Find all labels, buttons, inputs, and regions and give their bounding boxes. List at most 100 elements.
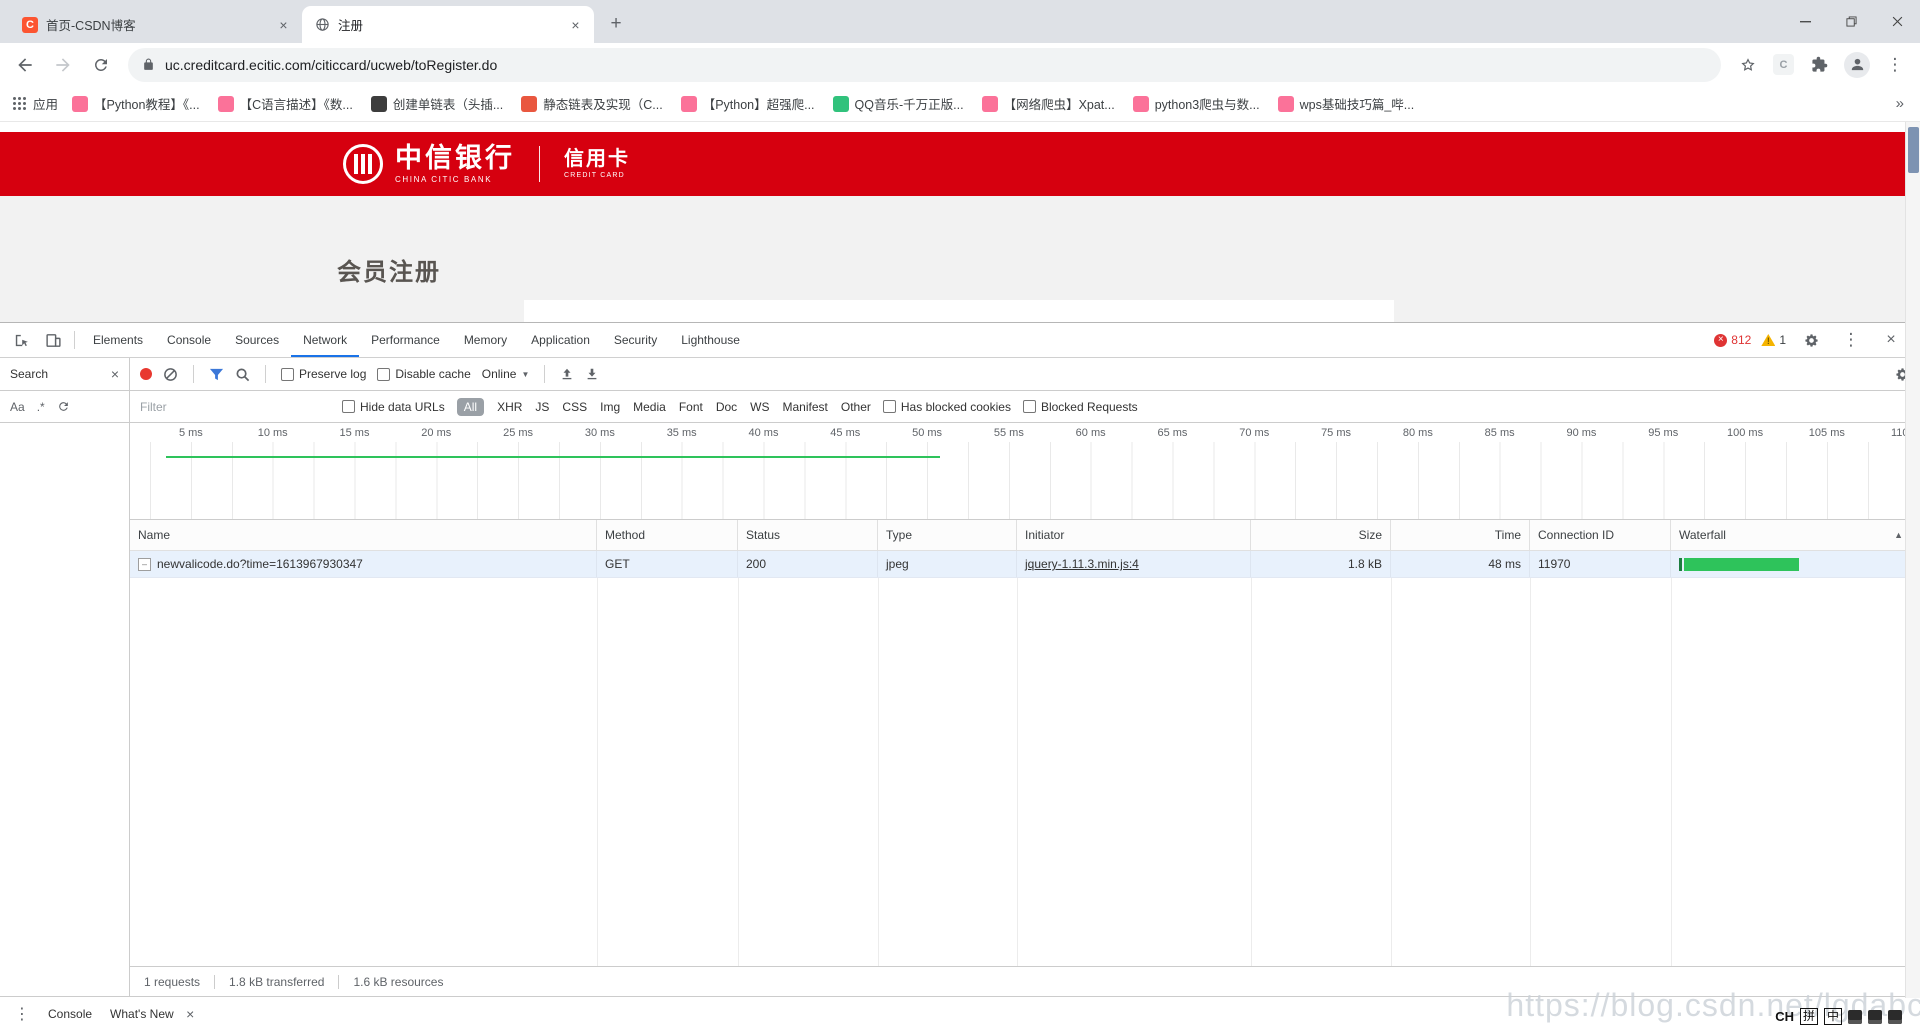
column-header-initiator[interactable]: Initiator xyxy=(1017,520,1251,550)
back-button[interactable] xyxy=(8,48,42,82)
drawer-menu-icon[interactable]: ⋮ xyxy=(14,1004,30,1024)
ime-bar[interactable]: CH 拼 中 xyxy=(1775,1008,1902,1025)
type-filter-chip[interactable]: JS xyxy=(535,400,549,414)
devtools-close-icon[interactable]: × xyxy=(1876,327,1906,353)
column-header-status[interactable]: Status xyxy=(738,520,878,550)
type-filter-chip[interactable]: Img xyxy=(600,400,620,414)
ime-lang[interactable]: CH xyxy=(1775,1009,1794,1024)
bookmark-item[interactable]: 【网络爬虫】Xpat... xyxy=(981,94,1115,113)
bookmark-item[interactable]: 创建单链表（头插... xyxy=(370,94,503,113)
error-count-badge[interactable]: × 812 xyxy=(1714,333,1751,347)
devtools-tab[interactable]: Security xyxy=(602,323,669,357)
initiator-link[interactable]: jquery-1.11.3.min.js:4 xyxy=(1025,557,1139,571)
drawer-tab-close-icon[interactable]: × xyxy=(182,1005,199,1022)
minimize-button[interactable] xyxy=(1782,0,1828,43)
bookmark-item[interactable]: QQ音乐-千万正版... xyxy=(832,94,964,113)
devtools-tab[interactable]: Memory xyxy=(452,323,519,357)
filter-toggle-icon[interactable] xyxy=(209,367,224,382)
export-har-icon[interactable] xyxy=(585,367,599,381)
browser-tab-register[interactable]: 注册 × xyxy=(302,6,594,43)
search-refresh-icon[interactable] xyxy=(57,400,70,413)
match-case-button[interactable]: Aa xyxy=(10,400,25,414)
extension-csdn-icon[interactable]: C xyxy=(1773,54,1794,75)
extensions-puzzle-icon[interactable] xyxy=(1802,48,1836,82)
new-tab-button[interactable]: + xyxy=(602,10,630,38)
has-blocked-cookies-checkbox[interactable]: Has blocked cookies xyxy=(882,400,1011,414)
profile-avatar[interactable] xyxy=(1844,51,1870,78)
bookmarks-overflow-icon[interactable]: » xyxy=(1896,95,1908,112)
scrollbar[interactable] xyxy=(1905,122,1920,998)
close-button[interactable] xyxy=(1874,0,1920,43)
devtools-tab[interactable]: Sources xyxy=(223,323,291,357)
search-toggle-icon[interactable] xyxy=(235,367,250,382)
type-filter-chip[interactable]: Font xyxy=(679,400,703,414)
bookmark-item[interactable]: wps基础技巧篇_哔... xyxy=(1277,94,1414,113)
type-filter-chip[interactable]: Doc xyxy=(716,400,737,414)
ime-pinyin-mode[interactable]: 拼 xyxy=(1799,1008,1818,1025)
bookmark-item[interactable]: 【C语言描述】《数... xyxy=(217,94,353,113)
ime-settings-icon[interactable] xyxy=(1888,1009,1902,1024)
regex-button[interactable]: .* xyxy=(37,400,45,414)
request-row[interactable]: newvalicode.do?time=1613967930347 GET 20… xyxy=(130,551,1920,578)
scrollbar-thumb[interactable] xyxy=(1908,127,1919,173)
column-header-type[interactable]: Type xyxy=(878,520,1017,550)
type-filter-chip[interactable]: Other xyxy=(841,400,871,414)
type-filter-chip[interactable]: XHR xyxy=(497,400,522,414)
citic-logo[interactable]: 中信银行 CHINA CITIC BANK 信用卡 CREDIT CARD xyxy=(343,144,630,184)
apps-shortcut[interactable]: 应用 xyxy=(12,94,58,113)
filter-input[interactable] xyxy=(140,399,330,414)
tab-close-icon[interactable]: × xyxy=(567,16,584,33)
ime-keyboard-icon[interactable] xyxy=(1868,1009,1882,1024)
devtools-tab[interactable]: Lighthouse xyxy=(669,323,752,357)
checkbox-box xyxy=(377,367,391,381)
devtools-tab[interactable]: Network xyxy=(291,323,359,357)
devtools-tab[interactable]: Elements xyxy=(81,323,155,357)
devtools-settings-icon[interactable] xyxy=(1796,327,1826,353)
column-header-size[interactable]: Size xyxy=(1251,520,1391,550)
preserve-log-checkbox[interactable]: Preserve log xyxy=(281,367,366,381)
device-toolbar-icon[interactable] xyxy=(38,327,68,353)
type-filter-chip[interactable]: WS xyxy=(750,400,769,414)
forward-button[interactable] xyxy=(46,48,80,82)
bookmark-item[interactable]: 【Python教程】《... xyxy=(72,94,200,113)
maximize-button[interactable] xyxy=(1828,0,1874,43)
blocked-requests-checkbox[interactable]: Blocked Requests xyxy=(1022,400,1138,414)
bookmark-item[interactable]: 【Python】超强爬... xyxy=(680,94,815,113)
hide-data-urls-checkbox[interactable]: Hide data URLs xyxy=(342,400,445,414)
throttling-select[interactable]: Online ▼ xyxy=(482,367,530,381)
ime-tool-icon[interactable] xyxy=(1848,1009,1862,1024)
browser-tab-csdn[interactable]: C 首页-CSDN博客 × xyxy=(10,6,302,43)
browser-menu-icon[interactable]: ⋮ xyxy=(1878,48,1912,82)
network-overview[interactable]: 5 ms 10 ms 15 ms 20 ms 25 ms 30 ms 35 ms 40 ms 4… xyxy=(130,423,1920,520)
devtools-tab[interactable]: Performance xyxy=(359,323,452,357)
url-bar[interactable]: uc.creditcard.ecitic.com/citiccard/ucweb… xyxy=(128,47,1721,82)
record-button[interactable] xyxy=(140,368,152,380)
search-close-icon[interactable]: × xyxy=(111,366,119,382)
refresh-button[interactable] xyxy=(84,48,118,82)
bookmark-item[interactable]: 静态链表及实现（C... xyxy=(521,94,663,113)
column-header-name[interactable]: Name xyxy=(130,520,597,550)
devtools-tab[interactable]: Application xyxy=(519,323,602,357)
column-header-method[interactable]: Method xyxy=(597,520,738,550)
drawer-tab-console[interactable]: Console xyxy=(48,1007,92,1021)
column-header-connection-id[interactable]: Connection ID xyxy=(1530,520,1671,550)
type-filter-chip[interactable]: CSS xyxy=(562,400,587,414)
column-header-waterfall[interactable]: Waterfall ▲ xyxy=(1671,520,1920,550)
lock-icon[interactable] xyxy=(142,58,155,71)
type-filter-chip[interactable]: Manifest xyxy=(783,400,828,414)
clear-button[interactable] xyxy=(163,367,178,382)
devtools-menu-icon[interactable]: ⋮ xyxy=(1836,327,1866,353)
type-filter-chip[interactable]: All xyxy=(456,397,485,416)
bookmark-item[interactable]: python3爬虫与数... xyxy=(1132,94,1260,113)
devtools-tab[interactable]: Console xyxy=(155,323,223,357)
drawer-tab-whats-new[interactable]: What's New × xyxy=(110,1005,199,1022)
type-filter-chip[interactable]: Media xyxy=(633,400,666,414)
warning-count-badge[interactable]: ! 1 xyxy=(1761,333,1786,347)
column-header-time[interactable]: Time xyxy=(1391,520,1530,550)
inspect-element-icon[interactable] xyxy=(6,327,36,353)
tab-close-icon[interactable]: × xyxy=(275,16,292,33)
bookmark-star-icon[interactable] xyxy=(1731,48,1765,82)
ime-cn-mode[interactable]: 中 xyxy=(1823,1008,1842,1025)
disable-cache-checkbox[interactable]: Disable cache xyxy=(377,367,471,381)
import-har-icon[interactable] xyxy=(560,367,574,381)
